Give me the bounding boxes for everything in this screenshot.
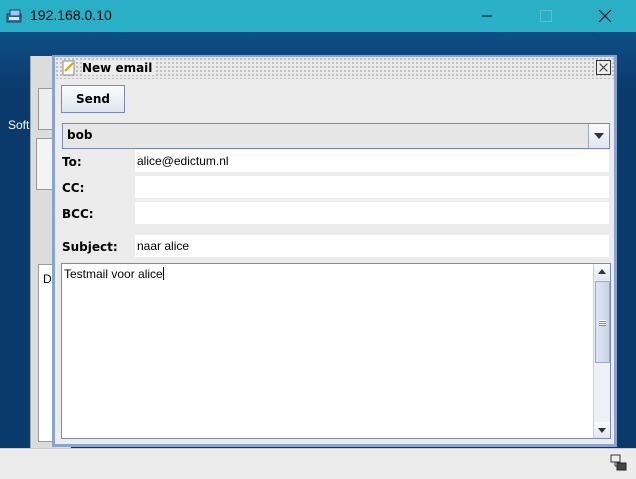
scroll-up-icon[interactable] <box>594 264 610 280</box>
text-caret <box>162 267 164 280</box>
from-account-value: bob <box>67 128 93 142</box>
background-list-letter: D <box>43 272 52 286</box>
subject-value: naar alice <box>137 239 190 253</box>
minimize-icon <box>482 15 492 17</box>
to-value: alice@edictum.nl <box>137 154 229 168</box>
bcc-label: BCC: <box>62 207 94 221</box>
bcc-field[interactable] <box>135 202 609 224</box>
message-body-text: Testmail voor alice <box>64 267 164 281</box>
message-body-textarea[interactable]: Testmail voor alice <box>61 263 611 439</box>
scroll-down-icon[interactable] <box>594 422 610 438</box>
to-label: To: <box>62 155 82 169</box>
minimize-button[interactable] <box>464 0 510 32</box>
close-button[interactable] <box>582 0 628 32</box>
desktop-icon-label[interactable]: Soft <box>8 118 29 132</box>
subject-field[interactable]: naar alice <box>135 235 609 257</box>
network-status-icon[interactable] <box>610 454 628 472</box>
close-icon <box>598 9 612 23</box>
dropdown-arrow-icon[interactable] <box>588 124 609 148</box>
remote-desktop-app-icon <box>6 9 22 23</box>
dialog-close-button[interactable] <box>596 60 611 75</box>
window-title: 192.168.0.10 <box>30 7 112 23</box>
window-title-bar[interactable]: 192.168.0.10 <box>0 0 636 32</box>
cc-field[interactable] <box>135 176 609 198</box>
subject-label: Subject: <box>62 240 118 254</box>
message-body-content: Testmail voor alice <box>64 267 163 281</box>
send-button[interactable]: Send <box>61 85 125 113</box>
maximize-button[interactable] <box>522 0 568 32</box>
from-account-select[interactable]: bob <box>62 123 610 149</box>
scrollbar-thumb[interactable] <box>595 281 610 363</box>
scrollbar-grip <box>599 320 606 326</box>
note-pad-icon <box>62 60 75 76</box>
dialog-title: New email <box>82 61 157 75</box>
to-field[interactable]: alice@edictum.nl <box>135 150 609 172</box>
vertical-scrollbar[interactable] <box>593 264 610 438</box>
cc-label: CC: <box>62 181 85 195</box>
session-status-bar <box>0 448 636 479</box>
maximize-icon <box>540 10 552 22</box>
